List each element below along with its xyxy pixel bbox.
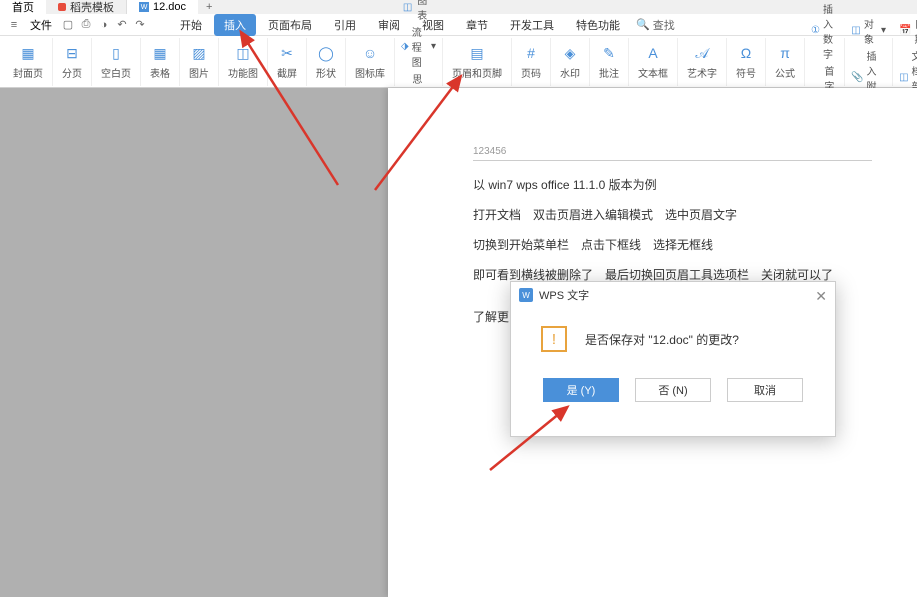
picture-button[interactable]: ▨图片 (186, 43, 212, 80)
hamburger-icon[interactable]: ≡ (6, 17, 22, 33)
chart-icon: ◫ (401, 0, 414, 14)
tab-document[interactable]: W 12.doc (126, 0, 198, 14)
header-footer-button[interactable]: ▤页眉和页脚 (449, 43, 505, 80)
cancel-button[interactable]: 取消 (727, 378, 803, 402)
textbox-button[interactable]: A文本框 (635, 43, 671, 80)
tab-dev[interactable]: 开发工具 (500, 14, 564, 36)
date-button[interactable]: 📅日期 (899, 16, 917, 46)
tab-home[interactable]: 首页 (0, 0, 46, 14)
dialog-body: ! 是否保存对 "12.doc" 的更改? (511, 308, 835, 370)
undo-icon[interactable]: ↶ (114, 17, 130, 33)
template-icon (58, 3, 66, 11)
flowchart-button[interactable]: ⬗流程图▾ (401, 24, 436, 69)
watermark-icon: ◈ (560, 43, 580, 63)
blank-page-button[interactable]: ▯空白页 (98, 43, 134, 80)
smartart-button[interactable]: ◫功能图 (225, 43, 261, 80)
page-break-icon: ⊟ (62, 43, 82, 63)
comment-icon: ✎ (599, 43, 619, 63)
tab-add-button[interactable]: + (198, 1, 220, 13)
tab-reference[interactable]: 引用 (324, 14, 366, 36)
page-number-icon: # (521, 43, 541, 63)
tab-special[interactable]: 特色功能 (566, 14, 630, 36)
search-box[interactable]: 🔍 查找 (636, 14, 675, 36)
redo-icon[interactable]: ↷ (132, 17, 148, 33)
insert-number-button[interactable]: ①插入数字 (811, 1, 838, 61)
tab-section[interactable]: 章节 (456, 14, 498, 36)
picture-icon: ▨ (189, 43, 209, 63)
cover-button[interactable]: ▦封面页 (10, 43, 46, 80)
tab-insert[interactable]: 插入 (214, 14, 256, 36)
page-number-button[interactable]: #页码 (518, 43, 544, 80)
dialog-message: 是否保存对 "12.doc" 的更改? (585, 331, 739, 348)
save-dialog: W WPS 文字 ✕ ! 是否保存对 "12.doc" 的更改? 是 (Y) 否… (510, 281, 836, 437)
comment-button[interactable]: ✎批注 (596, 43, 622, 80)
body-text: 以 win7 wps office 11.1.0 版本为例 (473, 176, 657, 193)
blank-page-icon: ▯ (106, 43, 126, 63)
shape-icon: ◯ (316, 43, 336, 63)
tab-layout[interactable]: 页面布局 (258, 14, 322, 36)
save-icon[interactable]: ▢ (60, 17, 76, 33)
search-icon: 🔍 (636, 18, 650, 31)
close-icon[interactable]: ✕ (815, 288, 827, 305)
tab-label: 12.doc (153, 1, 186, 13)
equation-button[interactable]: π公式 (772, 43, 798, 80)
document-tabs: 首页 稻壳模板 W 12.doc + (0, 0, 917, 14)
body-text: 了解更 (473, 308, 509, 325)
print-icon[interactable]: ⎙ (78, 17, 94, 33)
tab-label: 稻壳模板 (70, 0, 114, 15)
table-icon: ▦ (150, 43, 170, 63)
flowchart-icon: ⬗ (401, 40, 409, 54)
watermark-button[interactable]: ◈水印 (557, 43, 583, 80)
file-menu[interactable]: 文件 (24, 15, 58, 35)
word-icon: W (139, 2, 149, 12)
table-button[interactable]: ▦表格 (147, 43, 173, 80)
chart-button[interactable]: ◫图表 (401, 0, 436, 22)
icon-lib-button[interactable]: ☺图标库 (352, 43, 388, 80)
yes-button[interactable]: 是 (Y) (543, 378, 619, 402)
object-button[interactable]: ◫对象▾ (851, 16, 886, 46)
number-icon: ① (811, 24, 820, 38)
ribbon: ▦封面页 ⊟分页 ▯空白页 ▦表格 ▨图片 ◫功能图 ✂截屏 ◯形状 ☺图标库 … (0, 36, 917, 88)
dialog-titlebar: W WPS 文字 ✕ (511, 282, 835, 308)
menu-bar: ≡ 文件 ▢ ⎙ ◑ ↶ ↷ 开始 插入 页面布局 引用 审阅 视图 章节 开发… (0, 14, 917, 36)
tab-start[interactable]: 开始 (170, 14, 212, 36)
dialog-title-text: WPS 文字 (539, 287, 589, 303)
warning-icon: ! (541, 326, 567, 352)
dialog-buttons: 是 (Y) 否 (N) 取消 (511, 370, 835, 416)
no-button[interactable]: 否 (N) (635, 378, 711, 402)
date-icon: 📅 (899, 24, 911, 38)
cover-icon: ▦ (18, 43, 38, 63)
wps-icon: W (519, 288, 533, 302)
tab-template[interactable]: 稻壳模板 (46, 0, 126, 14)
preview-icon[interactable]: ◑ (96, 17, 112, 33)
shape-button[interactable]: ◯形状 (313, 43, 339, 80)
symbol-icon: Ω (736, 43, 756, 63)
body-text: 切换到开始菜单栏 点击下框线 选择无框线 (473, 236, 713, 253)
page-break-button[interactable]: ⊟分页 (59, 43, 85, 80)
icon-lib-icon: ☺ (360, 43, 380, 63)
screenshot-button[interactable]: ✂截屏 (274, 43, 300, 80)
textbox-icon: A (643, 43, 663, 63)
docparts-icon: ◫ (899, 71, 908, 85)
header-footer-icon: ▤ (467, 43, 487, 63)
wordart-icon: 𝒜 (692, 43, 712, 63)
tab-label: 首页 (12, 0, 34, 15)
search-label: 查找 (653, 17, 675, 33)
attachment-icon: 📎 (851, 71, 863, 85)
wordart-button[interactable]: 𝒜艺术字 (684, 43, 720, 80)
object-icon: ◫ (851, 24, 861, 38)
smartart-icon: ◫ (233, 43, 253, 63)
header-text: 123456 (473, 146, 506, 157)
screenshot-icon: ✂ (277, 43, 297, 63)
header-line (473, 160, 872, 161)
body-text: 打开文档 双击页眉进入编辑模式 选中页眉文字 (473, 206, 737, 223)
equation-icon: π (775, 43, 795, 63)
symbol-button[interactable]: Ω符号 (733, 43, 759, 80)
